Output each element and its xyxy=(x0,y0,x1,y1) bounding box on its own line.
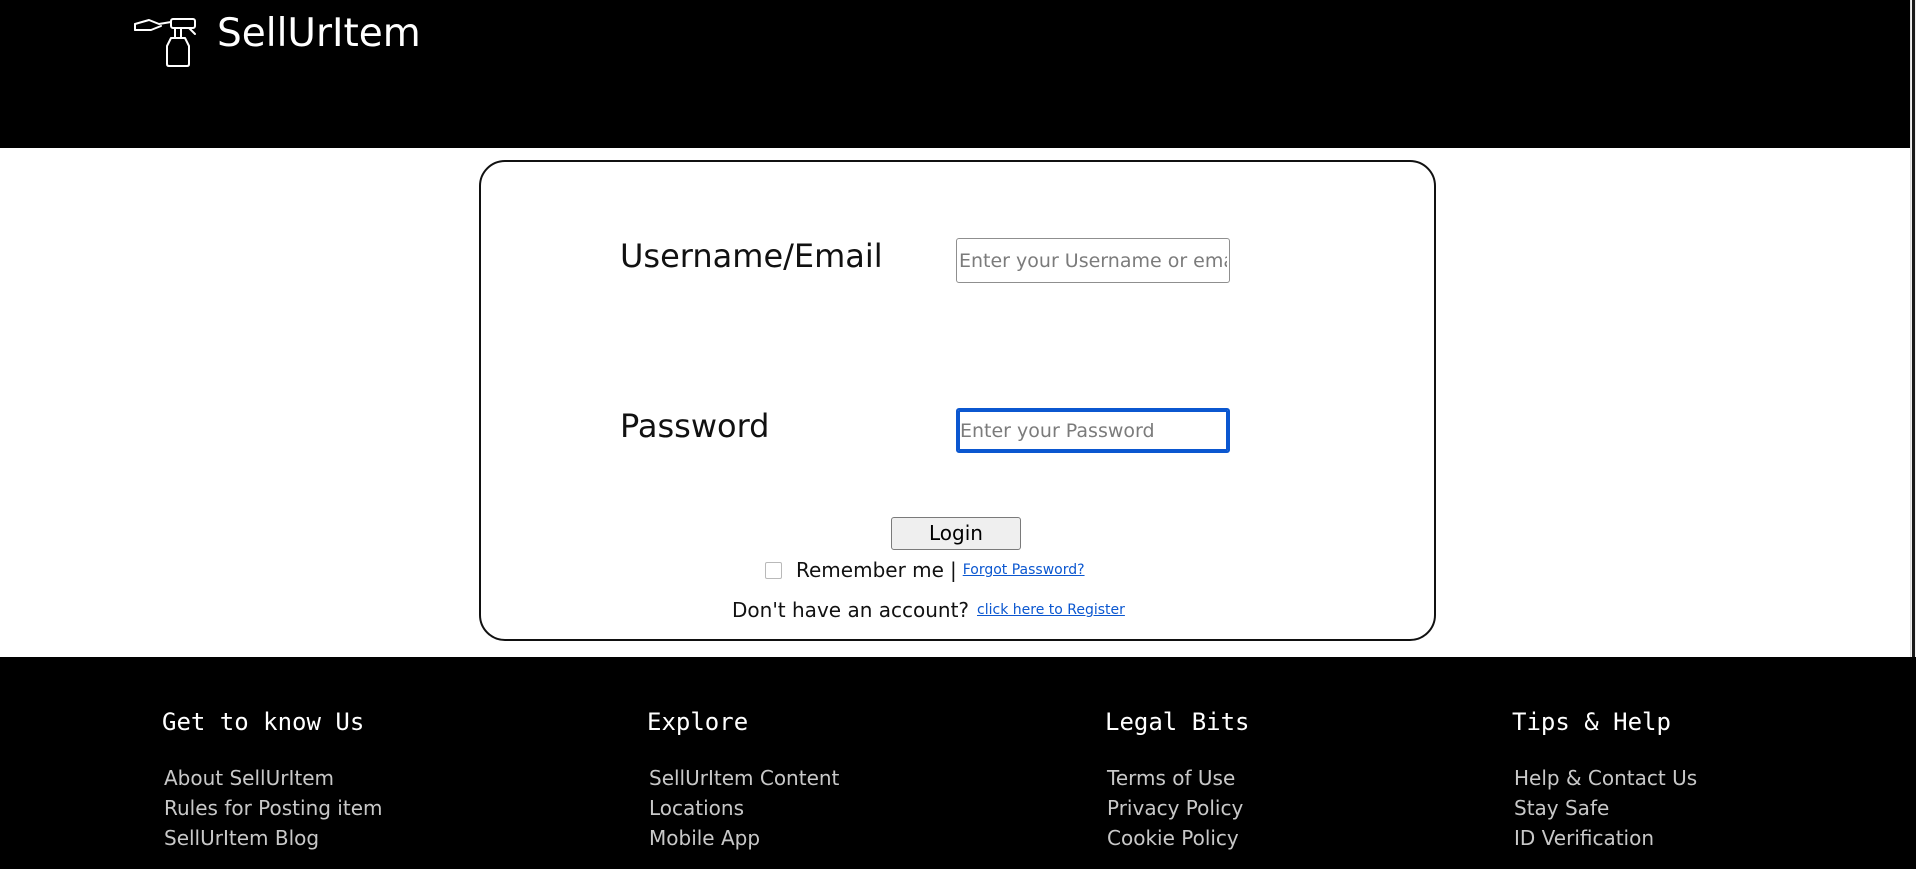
footer-heading: Tips & Help xyxy=(1512,708,1671,736)
footer-column-legal-bits: Legal Bits Terms of Use Privacy Policy C… xyxy=(1105,707,1250,853)
password-input[interactable] xyxy=(956,408,1230,453)
footer-link-help-contact[interactable]: Help & Contact Us xyxy=(1514,763,1697,793)
login-card: Username/Email Password Login Remember m… xyxy=(479,160,1436,641)
footer-link-cookie[interactable]: Cookie Policy xyxy=(1107,823,1250,853)
footer-link-content[interactable]: SellUrItem Content xyxy=(649,763,839,793)
hand-holding-spray-bottle-icon[interactable] xyxy=(133,16,199,68)
password-label: Password xyxy=(620,407,770,445)
footer-link-rules[interactable]: Rules for Posting item xyxy=(164,793,383,823)
username-input[interactable] xyxy=(956,238,1230,283)
no-account-text: Don't have an account? xyxy=(732,598,970,622)
footer-heading: Legal Bits xyxy=(1105,708,1250,736)
register-row: Don't have an account? click here to Reg… xyxy=(732,595,1125,625)
scrollbar-thumb[interactable] xyxy=(1912,0,1915,663)
remember-me-label[interactable]: Remember me xyxy=(796,558,944,582)
footer-link-privacy[interactable]: Privacy Policy xyxy=(1107,793,1250,823)
footer-link-stay-safe[interactable]: Stay Safe xyxy=(1514,793,1697,823)
footer-column-tips-help: Tips & Help Help & Contact Us Stay Safe … xyxy=(1512,707,1697,853)
footer-heading: Explore xyxy=(647,708,749,736)
footer-column-explore: Explore SellUrItem Content Locations Mob… xyxy=(647,707,839,853)
login-button[interactable]: Login xyxy=(891,517,1021,550)
separator: | xyxy=(949,558,957,582)
footer-link-id-verification[interactable]: ID Verification xyxy=(1514,823,1697,853)
footer-link-blog[interactable]: SellUrItem Blog xyxy=(164,823,383,853)
username-label: Username/Email xyxy=(620,237,883,275)
footer-column-get-to-know-us: Get to know Us About SellUrItem Rules fo… xyxy=(162,707,383,853)
footer-heading: Get to know Us xyxy=(162,708,365,736)
footer-link-terms[interactable]: Terms of Use xyxy=(1107,763,1250,793)
site-header: SellUrItem xyxy=(0,0,1916,148)
register-link[interactable]: click here to Register xyxy=(977,602,1125,618)
footer-link-locations[interactable]: Locations xyxy=(649,793,839,823)
forgot-password-link[interactable]: Forgot Password? xyxy=(963,562,1085,578)
brand-name[interactable]: SellUrItem xyxy=(217,10,421,58)
site-footer: Get to know Us About SellUrItem Rules fo… xyxy=(0,657,1916,869)
remember-row: Remember me | Forgot Password? xyxy=(765,555,1085,585)
scrollbar[interactable] xyxy=(1910,0,1916,663)
footer-link-about[interactable]: About SellUrItem xyxy=(164,763,383,793)
remember-me-checkbox[interactable] xyxy=(765,561,782,579)
footer-link-mobile-app[interactable]: Mobile App xyxy=(649,823,839,853)
